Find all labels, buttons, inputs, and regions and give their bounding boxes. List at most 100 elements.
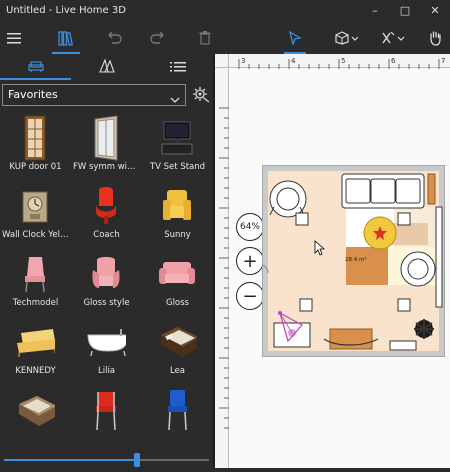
list-item[interactable]: Gloss style xyxy=(71,248,142,316)
sofa-icon xyxy=(27,58,44,77)
blue-chair-icon xyxy=(157,386,197,434)
window-title: Untitled - Live Home 3D xyxy=(6,5,126,16)
item-label: Wall Clock Yello... xyxy=(2,230,71,240)
chevron-down-icon xyxy=(170,91,180,111)
item-label: Lilia xyxy=(97,366,116,376)
tv-stand-icon xyxy=(157,114,197,162)
tools-icon[interactable] xyxy=(376,22,410,54)
slider-thumb[interactable] xyxy=(134,453,141,467)
list-item[interactable]: Gloss xyxy=(142,248,213,316)
list-item[interactable] xyxy=(71,384,142,442)
door-icon xyxy=(15,114,55,162)
minimize-icon[interactable]: – xyxy=(360,0,390,22)
undo-icon[interactable] xyxy=(100,22,128,54)
cabinet[interactable] xyxy=(389,340,417,351)
pink-armchair-icon xyxy=(86,250,126,298)
maximize-icon[interactable]: □ xyxy=(390,0,420,22)
window-icon xyxy=(86,114,126,162)
hand-icon[interactable] xyxy=(422,22,448,54)
slider-fill xyxy=(4,459,138,461)
library-tabs xyxy=(0,54,213,80)
item-label: Gloss style xyxy=(83,298,130,308)
tab-materials[interactable] xyxy=(71,54,142,80)
tab-list[interactable] xyxy=(142,54,213,80)
window-controls: – □ ✕ xyxy=(360,0,450,22)
tv-stand[interactable] xyxy=(323,328,379,350)
item-label: TV Set Stand xyxy=(149,162,206,172)
armchair-left[interactable] xyxy=(269,180,307,218)
object-grid: KUP door 01 FW symm wind... TV Set Stand… xyxy=(0,112,213,442)
wall-clock-icon xyxy=(15,182,55,230)
small-table[interactable] xyxy=(295,212,309,226)
item-label: FW symm wind... xyxy=(73,162,142,172)
zoom-level-button[interactable]: 64% xyxy=(236,213,264,241)
list-item[interactable]: Wall Clock Yello... xyxy=(0,180,71,248)
item-label: Gloss xyxy=(165,298,189,308)
red-chair-icon xyxy=(86,182,126,230)
list-item[interactable]: Lea xyxy=(142,316,213,384)
item-label: KENNEDY xyxy=(15,366,56,376)
trash-icon[interactable] xyxy=(192,22,218,54)
books-icon[interactable] xyxy=(48,22,84,54)
horizontal-ruler: 3 4 5 6 7 xyxy=(229,54,450,69)
category-dropdown[interactable]: Favorites xyxy=(2,84,186,106)
list-item[interactable]: Coach xyxy=(71,180,142,248)
cursor-icon[interactable] xyxy=(280,22,310,54)
vertical-ruler xyxy=(215,68,229,468)
ruler-tick-label: 4 xyxy=(291,57,296,65)
list-item[interactable]: TV Set Stand xyxy=(142,112,213,180)
yellow-sofa-icon xyxy=(15,318,55,366)
item-label: Coach xyxy=(93,230,120,240)
sofa-top[interactable] xyxy=(341,173,425,209)
list-item[interactable]: FW symm wind... xyxy=(71,112,142,180)
small-table[interactable] xyxy=(299,298,313,312)
bed-icon xyxy=(15,386,55,434)
side-shelf[interactable] xyxy=(427,173,436,205)
item-label: KUP door 01 xyxy=(9,162,62,172)
zoom-in-button[interactable]: + xyxy=(236,247,264,275)
window-right[interactable] xyxy=(435,206,443,308)
armchair-right[interactable] xyxy=(400,251,436,287)
tab-objects[interactable] xyxy=(0,54,71,80)
ruler-tick-label: 3 xyxy=(241,57,245,65)
item-label: Techmodel xyxy=(12,298,59,308)
library-sidebar: Favorites KUP door 01 FW symm wind... TV… xyxy=(0,54,213,468)
list-item[interactable] xyxy=(0,384,71,442)
hamburger-icon[interactable] xyxy=(0,22,28,54)
zoom-level-label: 64% xyxy=(239,222,260,232)
floor-plan[interactable]: 28.4 m² xyxy=(261,164,446,358)
list-item[interactable]: Techmodel xyxy=(0,248,71,316)
item-label: Sunny xyxy=(164,230,191,240)
plus-icon: + xyxy=(242,250,258,272)
3d-view-icon[interactable] xyxy=(330,22,364,54)
category-label: Favorites xyxy=(8,88,58,101)
rug-orange xyxy=(346,247,388,285)
red-chair-icon xyxy=(86,386,126,434)
materials-icon xyxy=(98,57,115,77)
list-item[interactable]: Sunny xyxy=(142,180,213,248)
bathtub-icon xyxy=(86,318,126,366)
ruler-tick-label: 5 xyxy=(341,57,345,65)
list-item[interactable]: KENNEDY xyxy=(0,316,71,384)
bed-icon xyxy=(157,318,197,366)
ruler-tick-label: 6 xyxy=(391,57,396,65)
item-label: Lea xyxy=(169,366,186,376)
round-table[interactable] xyxy=(363,216,397,250)
thumbnail-size-slider[interactable] xyxy=(0,451,213,468)
ruler-corner xyxy=(215,54,229,68)
filter-settings-icon[interactable] xyxy=(192,85,210,105)
small-table[interactable] xyxy=(397,212,411,226)
list-item[interactable]: KUP door 01 xyxy=(0,112,71,180)
minus-icon: − xyxy=(242,285,258,307)
small-table[interactable] xyxy=(397,298,411,312)
main-toolbar xyxy=(0,22,450,54)
ruler-tick-label: 7 xyxy=(441,57,445,65)
zoom-out-button[interactable]: − xyxy=(236,282,264,310)
list-item[interactable]: Lilia xyxy=(71,316,142,384)
pink-chair-icon xyxy=(15,250,55,298)
list-icon xyxy=(169,58,186,77)
close-icon[interactable]: ✕ xyxy=(420,0,450,22)
pink-sofa-icon xyxy=(157,250,197,298)
list-item[interactable] xyxy=(142,384,213,442)
redo-icon[interactable] xyxy=(144,22,172,54)
